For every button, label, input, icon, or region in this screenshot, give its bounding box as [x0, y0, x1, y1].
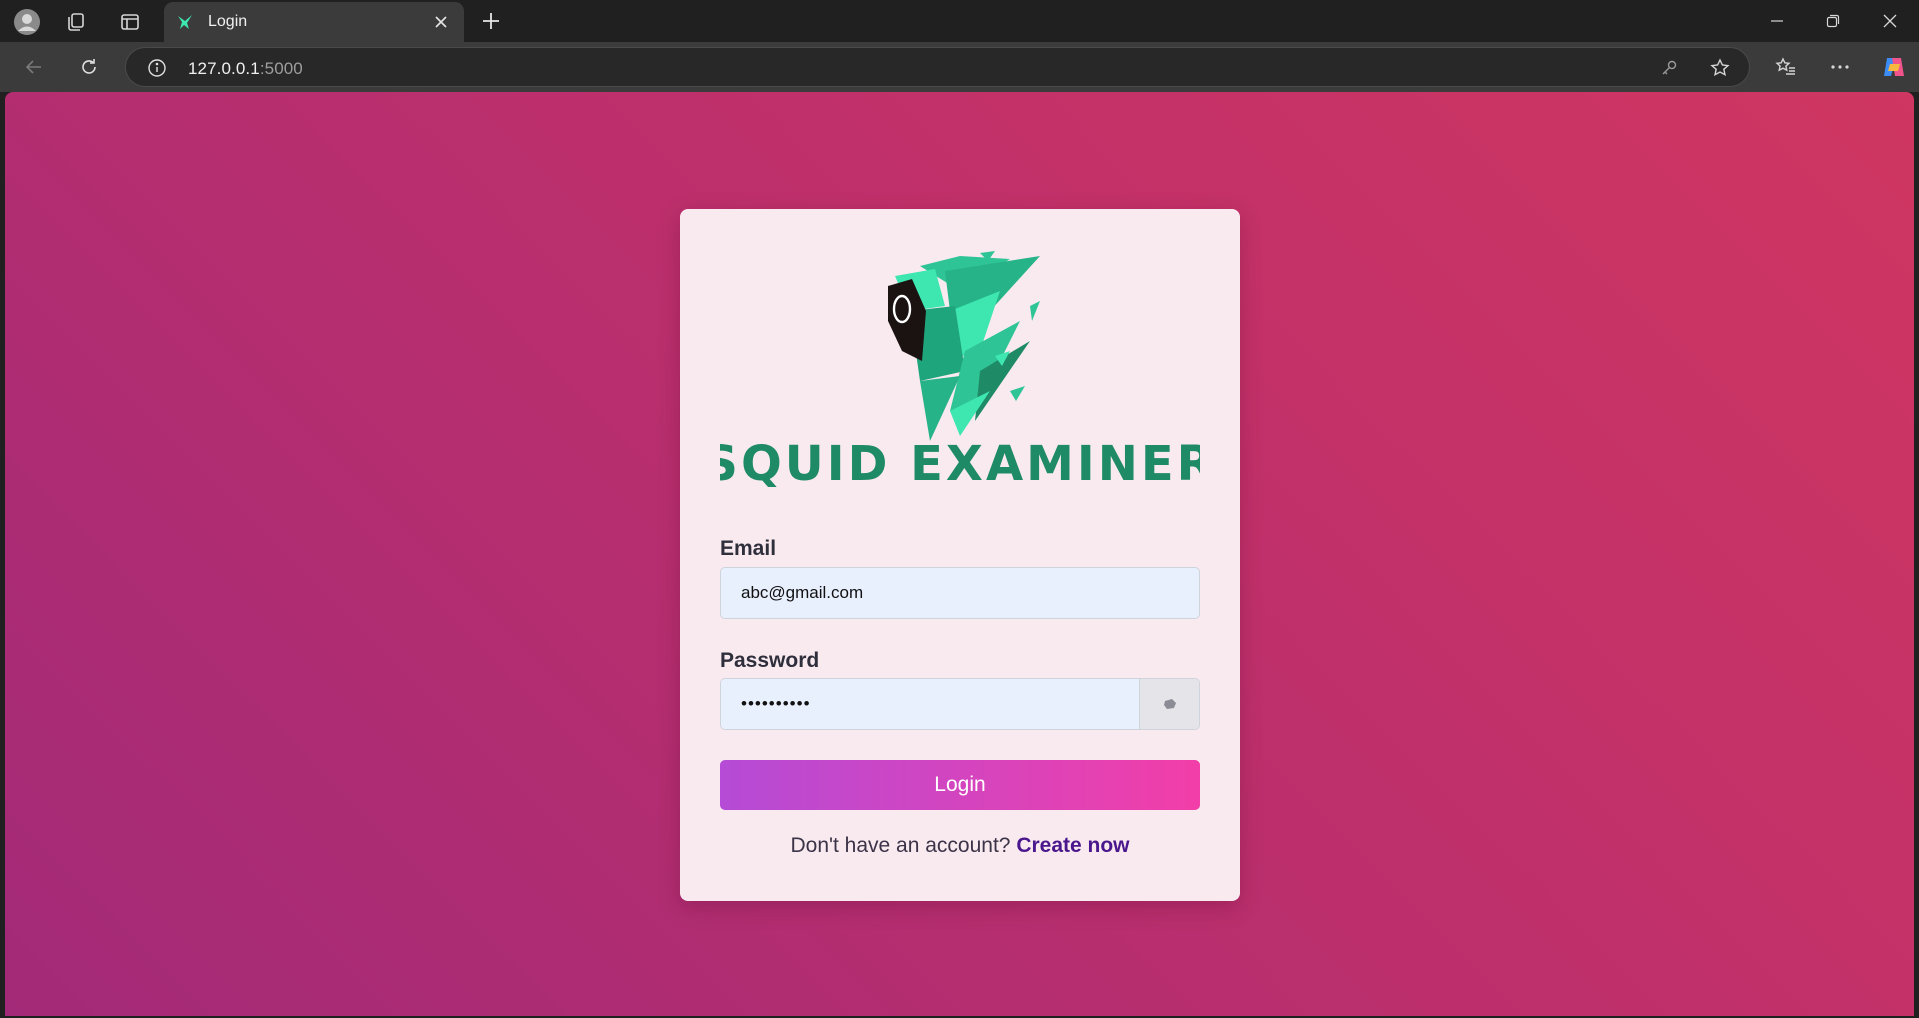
eye-icon [1163, 699, 1176, 709]
email-input[interactable] [720, 567, 1200, 619]
login-card: SQUID EXAMINER Email Password Login Don'… [680, 209, 1240, 901]
copilot-icon[interactable] [1880, 53, 1908, 81]
favorite-icon[interactable] [1708, 56, 1732, 80]
url-port: :5000 [259, 59, 303, 78]
minimize-icon[interactable] [1765, 9, 1789, 33]
collections-icon[interactable] [64, 10, 88, 34]
tab-login[interactable]: Login [164, 2, 464, 42]
restore-icon[interactable] [1821, 9, 1845, 33]
signup-prompt: Don't have an account? Create now [680, 834, 1240, 858]
tab-title: Login [208, 13, 248, 30]
more-icon[interactable] [1828, 55, 1852, 79]
refresh-icon[interactable] [77, 55, 101, 79]
profile-icon[interactable] [12, 7, 42, 37]
key-icon[interactable] [1658, 57, 1680, 79]
new-tab-icon[interactable] [479, 9, 503, 33]
page-background: SQUID EXAMINER Email Password Login Don'… [5, 92, 1914, 1016]
url-host: 127.0.0.1 [188, 59, 260, 78]
close-icon[interactable] [430, 11, 452, 33]
password-input[interactable] [721, 679, 1139, 729]
tab-bar: Login [0, 0, 1919, 42]
url-text[interactable]: 127.0.0.1:5000 [188, 59, 303, 79]
browser-toolbar: 127.0.0.1:5000 [0, 42, 1919, 92]
create-account-link[interactable]: Create now [1016, 834, 1129, 857]
email-label: Email [720, 537, 777, 560]
logo-wordmark: SQUID EXAMINER [720, 436, 1200, 492]
login-button[interactable]: Login [720, 760, 1200, 810]
password-field-group [720, 678, 1200, 730]
tab-actions-icon[interactable] [118, 10, 142, 34]
password-label: Password [720, 649, 820, 672]
info-icon[interactable] [146, 57, 168, 79]
favorites-list-icon[interactable] [1774, 55, 1798, 79]
window-close-icon[interactable] [1878, 9, 1902, 33]
squid-examiner-logo: SQUID EXAMINER [720, 251, 1200, 492]
signup-prompt-text: Don't have an account? [790, 834, 1011, 857]
back-icon[interactable] [22, 55, 46, 79]
toggle-password-button[interactable] [1139, 679, 1199, 729]
address-bar[interactable]: 127.0.0.1:5000 [125, 47, 1750, 87]
squid-favicon-icon [174, 11, 196, 33]
